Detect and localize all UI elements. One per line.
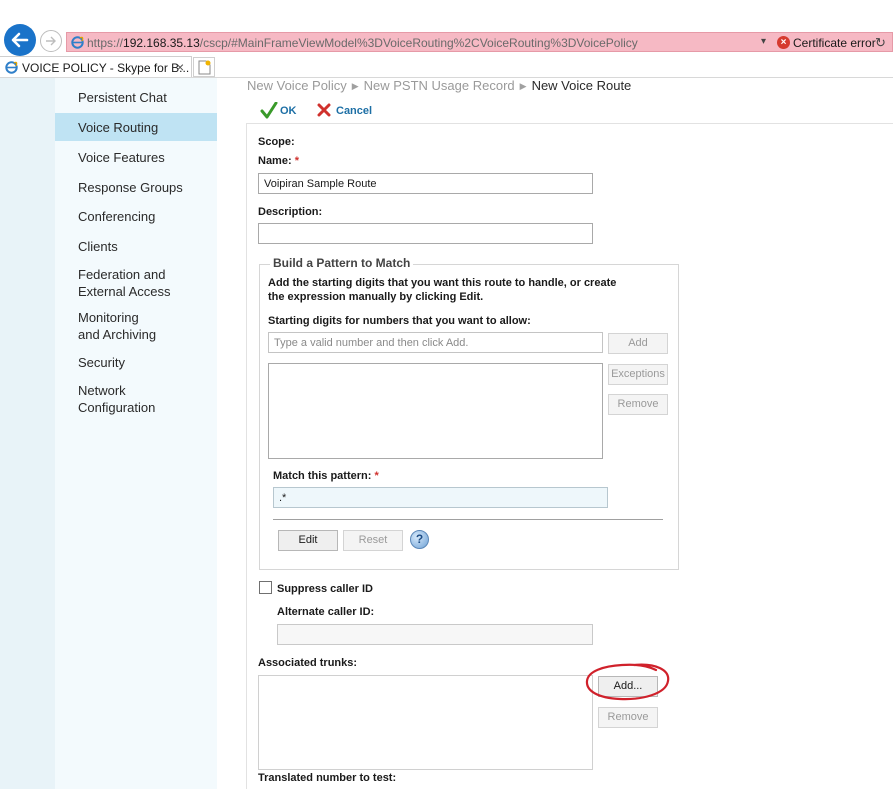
url-prefix: https:// [87, 36, 124, 50]
sidebar-item-voice-features[interactable]: Voice Features [55, 149, 217, 167]
close-icon[interactable]: × [176, 59, 184, 75]
new-tab-icon [198, 60, 211, 75]
add-digits-button[interactable]: Add [608, 333, 668, 354]
description-input[interactable] [258, 223, 593, 244]
breadcrumb-separator-icon: ▶ [351, 81, 359, 91]
name-label-text: Name: [258, 155, 292, 167]
scope-label: Scope: [258, 136, 295, 148]
ok-label: OK [280, 105, 297, 117]
certificate-error-text[interactable]: Certificate error [793, 36, 876, 50]
back-button[interactable] [4, 24, 36, 56]
breadcrumb: New Voice Policy ▶ New PSTN Usage Record ▶ N… [247, 78, 631, 93]
new-tab-button[interactable] [193, 57, 215, 77]
match-pattern-label-text: Match this pattern: [273, 470, 372, 482]
chevron-down-icon[interactable]: ▾ [761, 36, 766, 47]
edit-button[interactable]: Edit [278, 530, 338, 551]
sidebar-item-response-groups[interactable]: Response Groups [55, 179, 217, 197]
suppress-caller-id-label[interactable]: Suppress caller ID [277, 583, 373, 595]
certificate-error-icon[interactable]: × [777, 36, 790, 49]
browser-tab[interactable]: VOICE POLICY - Skype for B... × [0, 56, 192, 78]
sidebar-item-voice-routing[interactable]: Voice Routing [55, 113, 217, 141]
url-path: /cscp/#MainFrameViewModel%3DVoiceRouting… [199, 36, 638, 50]
sidebar-item-network-configuration[interactable]: Network Configuration [55, 382, 217, 416]
sidebar-item-federation[interactable]: Federation and External Access [55, 266, 217, 300]
reset-button[interactable]: Reset [343, 530, 403, 551]
tab-title: VOICE POLICY - Skype for B... [22, 61, 190, 75]
cancel-label: Cancel [336, 105, 373, 117]
refresh-icon[interactable]: ↻ [875, 35, 886, 51]
help-icon[interactable]: ? [410, 530, 429, 549]
ie-favicon-icon [71, 36, 84, 49]
name-label: Name: * [258, 155, 299, 167]
sidebar-item-security[interactable]: Security [55, 354, 217, 372]
pattern-description: Add the starting digits that you want th… [268, 277, 617, 303]
required-marker: * [374, 470, 379, 482]
associated-trunks-list[interactable] [258, 675, 593, 770]
url-host: 192.168.35.13 [123, 36, 200, 50]
alternate-caller-id-label: Alternate caller ID: [277, 606, 375, 618]
annotation-circle [585, 663, 670, 701]
exceptions-button[interactable]: Exceptions [608, 364, 668, 385]
sidebar-item-monitoring[interactable]: Monitoring and Archiving [55, 309, 217, 343]
ie-favicon-icon [5, 61, 18, 74]
sidebar-item-persistent-chat[interactable]: Persistent Chat [55, 89, 217, 107]
pattern-divider [273, 519, 663, 520]
address-url: https://192.168.35.13/cscp/#MainFrameVie… [87, 36, 638, 50]
sidebar-item-clients[interactable]: Clients [55, 238, 217, 256]
starting-digits-list[interactable] [268, 363, 603, 459]
description-label: Description: [258, 206, 323, 218]
translated-number-label: Translated number to test: [258, 772, 397, 784]
browser-chrome: https://192.168.35.13/cscp/#MainFrameVie… [0, 0, 893, 80]
breadcrumb-separator-icon: ▶ [519, 81, 527, 91]
close-icon [317, 103, 331, 117]
starting-digits-label: Starting digits for numbers that you wan… [268, 315, 531, 327]
breadcrumb-current: New Voice Route [531, 78, 632, 93]
pattern-group-title: Build a Pattern to Match [270, 256, 414, 270]
checkmark-icon [260, 102, 278, 119]
forward-button[interactable] [40, 30, 62, 52]
name-input[interactable]: Voipiran Sample Route [258, 173, 593, 194]
associated-trunks-label: Associated trunks: [258, 657, 358, 669]
breadcrumb-item[interactable]: New PSTN Usage Record [364, 78, 515, 93]
sidebar-item-conferencing[interactable]: Conferencing [55, 208, 217, 226]
left-strip [0, 78, 55, 789]
arrow-right-icon [46, 36, 56, 46]
breadcrumb-item[interactable]: New Voice Policy [247, 78, 347, 93]
alternate-caller-id-input[interactable] [277, 624, 593, 645]
sidebar: Persistent Chat Voice Routing Voice Feat… [55, 78, 217, 789]
match-pattern-label: Match this pattern: * [273, 470, 379, 482]
remove-digits-button[interactable]: Remove [608, 394, 668, 415]
required-marker: * [294, 155, 299, 167]
suppress-caller-id-checkbox[interactable] [259, 581, 272, 594]
address-bar[interactable]: https://192.168.35.13/cscp/#MainFrameVie… [66, 32, 893, 52]
starting-digits-input[interactable]: Type a valid number and then click Add. [268, 332, 603, 353]
arrow-left-icon [11, 32, 29, 48]
match-pattern-input[interactable]: .* [273, 487, 608, 508]
remove-trunk-button[interactable]: Remove [598, 707, 658, 728]
